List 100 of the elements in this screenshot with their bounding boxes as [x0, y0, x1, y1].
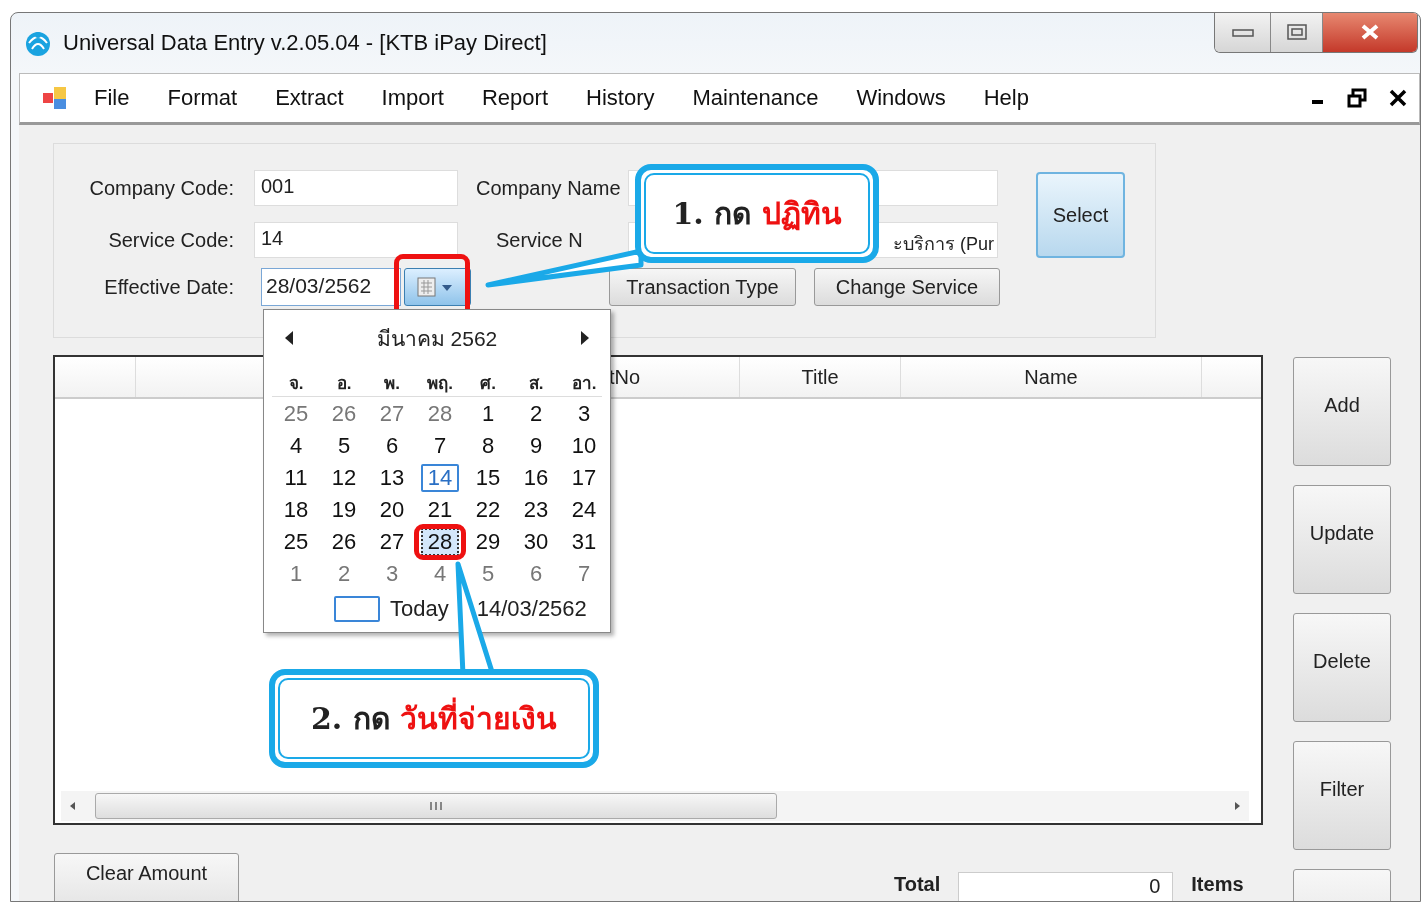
total-field[interactable]: 0 — [958, 872, 1174, 901]
scrollbar-thumb[interactable] — [95, 793, 777, 819]
calendar-day[interactable]: 25 — [277, 529, 315, 555]
weekday-label: อ. — [335, 373, 353, 395]
calendar-day[interactable]: 3 — [571, 401, 597, 427]
close-icon — [1360, 24, 1380, 40]
calendar-day[interactable]: 19 — [325, 497, 363, 523]
action-button[interactable]: Change Service — [814, 268, 1000, 306]
calendar-day[interactable]: 1 — [475, 401, 501, 427]
field-label: Service Code: — [107, 228, 234, 252]
calendar-day[interactable]: 2 — [523, 401, 549, 427]
today-date[interactable]: 14/03/2562 — [476, 596, 587, 622]
calendar-day[interactable]: 27 — [373, 401, 411, 427]
calendar-day[interactable]: 21 — [421, 497, 459, 523]
restore-icon[interactable] — [1347, 88, 1367, 108]
month-title[interactable]: มีนาคม 2562 — [376, 321, 498, 355]
field-label: Effective Date: — [103, 275, 234, 299]
highlight-frame — [414, 524, 466, 560]
close-button[interactable] — [1323, 13, 1417, 52]
menu-item[interactable]: Report — [461, 85, 566, 111]
calendar-day[interactable]: 31 — [565, 529, 603, 555]
calendar-day[interactable]: 7 — [571, 561, 597, 587]
weekday-label: ส. — [527, 373, 545, 395]
calendar-day[interactable]: 27 — [373, 529, 411, 555]
calendar-day[interactable]: 22 — [469, 497, 507, 523]
today-link[interactable]: Today — [390, 596, 449, 622]
minimize-button[interactable] — [1215, 13, 1271, 52]
calendar-dropdown-button[interactable] — [404, 268, 471, 306]
menu-item[interactable]: Import — [361, 85, 462, 111]
calendar-day[interactable]: 26 — [325, 529, 363, 555]
side-button[interactable]: Delete — [1293, 613, 1391, 722]
select-button[interactable]: Select — [1036, 172, 1125, 258]
app-icon — [42, 85, 68, 111]
calendar-day[interactable]: 13 — [373, 465, 411, 491]
weekday-label: อา. — [570, 373, 598, 395]
grip-icon — [429, 801, 443, 811]
field-label: Service N — [496, 228, 583, 251]
calendar-day[interactable]: 29 — [469, 529, 507, 555]
calendar-day[interactable]: 20 — [373, 497, 411, 523]
horizontal-scrollbar[interactable] — [61, 791, 1249, 821]
items-label: Items — [1191, 873, 1244, 896]
calendar-day[interactable]: 14 — [420, 464, 460, 492]
calendar-day[interactable]: 4 — [283, 433, 309, 459]
weekday-label: ศ. — [479, 373, 497, 395]
calendar-day[interactable]: 17 — [565, 465, 603, 491]
next-month-arrow-icon[interactable] — [580, 330, 590, 346]
weekday-label: พฤ. — [426, 373, 454, 395]
calendar-day[interactable]: 16 — [517, 465, 555, 491]
clear-amount-button[interactable]: Clear Amount — [54, 853, 239, 901]
column-header[interactable]: tNo — [609, 357, 740, 397]
calendar-day[interactable]: 7 — [427, 433, 453, 459]
previous-month-arrow-icon[interactable] — [284, 330, 294, 346]
menu-item[interactable]: Help — [963, 85, 1047, 111]
calendar-day[interactable]: 6 — [523, 561, 549, 587]
calendar-day[interactable]: 12 — [325, 465, 363, 491]
calendar-day[interactable]: 3 — [379, 561, 405, 587]
weekday-label: พ. — [383, 373, 401, 395]
input-field[interactable]: 14 — [254, 222, 458, 258]
window-title: Universal Data Entry v.2.05.04 - [KTB iPay Direct] — [63, 30, 547, 56]
calendar-day[interactable]: 6 — [379, 433, 405, 459]
logo-icon — [23, 29, 53, 57]
calendar-day[interactable]: 5 — [331, 433, 357, 459]
menu-item[interactable]: Maintenance — [672, 85, 837, 111]
calendar-day[interactable]: 5 — [475, 561, 501, 587]
menu-item[interactable]: File — [68, 85, 148, 111]
calendar-day[interactable]: 9 — [523, 433, 549, 459]
date-field[interactable]: 28/03/2562 — [261, 268, 401, 306]
calendar-day[interactable]: 24 — [565, 497, 603, 523]
callout-text: 2. กด วันที่จ่ายเงิน — [310, 695, 558, 742]
calendar-day[interactable]: 23 — [517, 497, 555, 523]
calendar-day[interactable]: 30 — [517, 529, 555, 555]
today-marker — [334, 596, 380, 622]
calendar-day[interactable]: 25 — [277, 401, 315, 427]
maximize-button[interactable] — [1271, 13, 1323, 52]
maximize-icon — [1286, 24, 1307, 40]
menu-item[interactable]: Format — [147, 85, 256, 111]
calendar-day[interactable]: 26 — [325, 401, 363, 427]
calendar-day[interactable]: 4 — [427, 561, 453, 587]
side-button[interactable]: Filter — [1293, 741, 1391, 850]
calendar-day[interactable]: 28 — [420, 528, 460, 556]
menu-item[interactable]: Windows — [836, 85, 964, 111]
side-button[interactable]: Add — [1293, 357, 1391, 466]
calendar-day[interactable]: 15 — [469, 465, 507, 491]
column-header[interactable]: Title — [740, 357, 901, 397]
calendar-day[interactable]: 18 — [277, 497, 315, 523]
close-icon[interactable] — [1389, 89, 1407, 107]
action-button[interactable]: Transaction Type — [609, 268, 796, 306]
menu-item[interactable]: History — [566, 85, 673, 111]
column-header[interactable]: Name — [901, 357, 1202, 397]
calendar-day[interactable]: 11 — [278, 465, 314, 491]
calendar-day[interactable]: 10 — [565, 433, 603, 459]
calendar-day[interactable]: 2 — [331, 561, 357, 587]
menu-item[interactable]: Extract — [255, 85, 362, 111]
input-field[interactable]: 001 — [254, 170, 458, 206]
calendar-day[interactable]: 1 — [283, 561, 309, 587]
side-button[interactable]: Update — [1293, 485, 1391, 594]
field-label: Company Name — [476, 176, 621, 199]
calendar-day[interactable]: 8 — [475, 433, 501, 459]
calendar-day[interactable]: 28 — [421, 401, 459, 427]
minimize-icon — [1231, 27, 1254, 37]
